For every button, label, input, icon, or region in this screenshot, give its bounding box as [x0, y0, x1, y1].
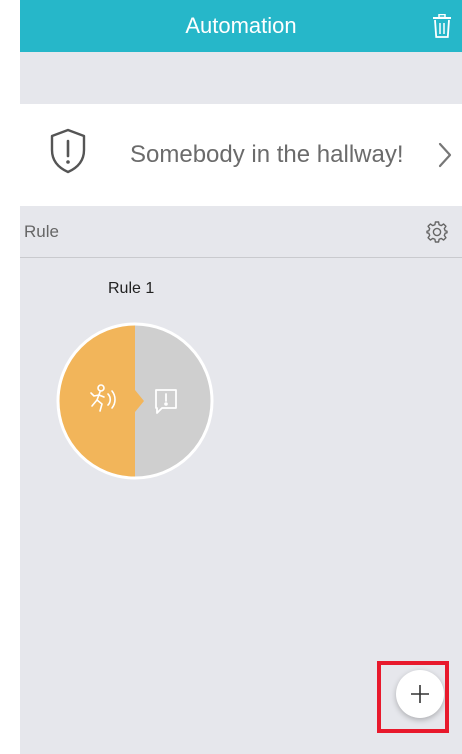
- rule-card[interactable]: [56, 322, 214, 480]
- plus-icon: [411, 685, 429, 703]
- scene-name: Somebody in the hallway!: [130, 141, 404, 168]
- automation-screen: Automation Somebody in the hallway! Rule…: [20, 0, 462, 754]
- trash-icon[interactable]: [432, 13, 452, 38]
- shield-alert-icon: [50, 128, 86, 174]
- gear-icon[interactable]: [426, 221, 448, 243]
- rule-title: Rule 1: [108, 280, 155, 297]
- chevron-right-icon: [438, 142, 452, 168]
- page-title: Automation: [185, 13, 297, 38]
- rule-section-header: Rule: [20, 206, 462, 258]
- header-spacer: [20, 52, 462, 104]
- app-header: Automation: [20, 0, 462, 52]
- rule-section-label: Rule: [24, 222, 59, 241]
- scene-card[interactable]: Somebody in the hallway!: [20, 104, 462, 206]
- add-rule-button[interactable]: [396, 670, 444, 718]
- rule-trigger-half: [58, 324, 144, 478]
